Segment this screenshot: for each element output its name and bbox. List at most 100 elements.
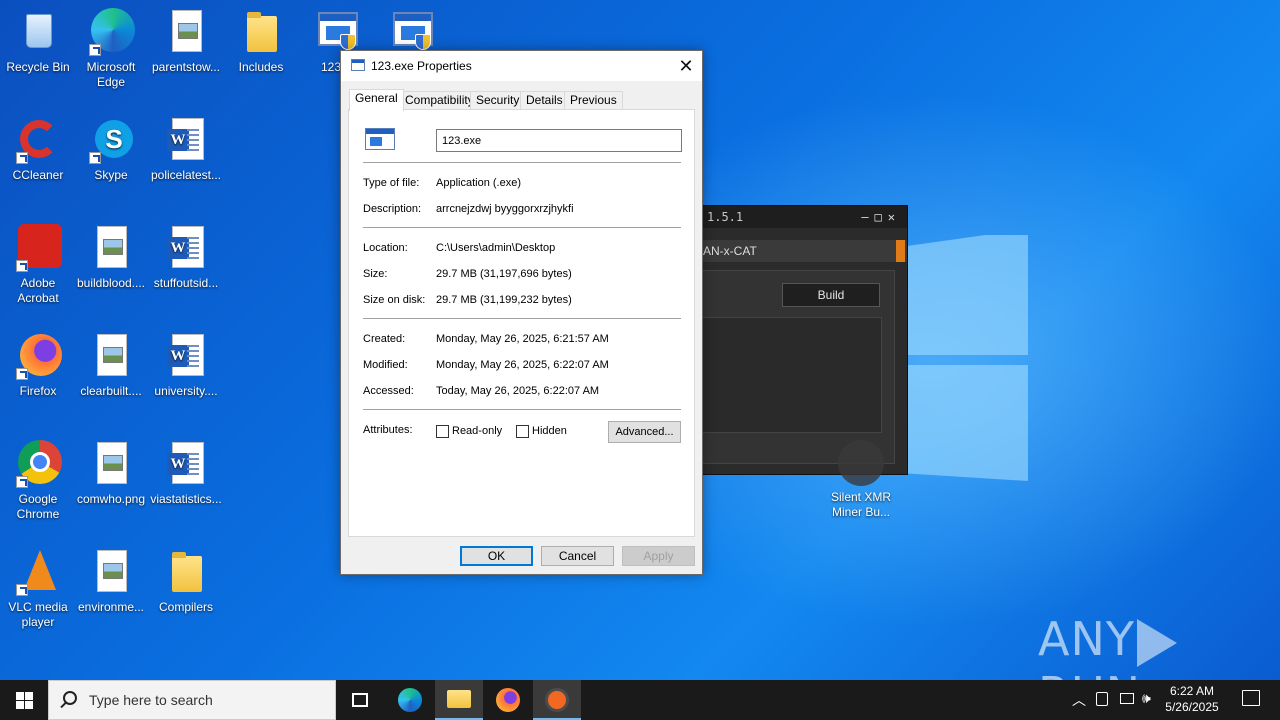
desktop-icon-stuffoutsid[interactable]: W stuffoutsid...	[148, 224, 224, 291]
desktop-icon-label: Firefox	[19, 384, 57, 398]
tab-security[interactable]: Security	[470, 91, 526, 110]
cancel-button[interactable]: Cancel	[541, 546, 614, 566]
desktop-icon-clearbuilt[interactable]: clearbuilt....	[73, 332, 149, 399]
miner-panel: Build	[699, 270, 895, 464]
created-value: Monday, May 26, 2025, 6:21:57 AM	[436, 333, 609, 345]
build-button[interactable]: Build	[782, 283, 880, 307]
separator	[363, 318, 681, 319]
miner-tab-label: AN-x-CAT	[703, 244, 757, 258]
desktop-icon-compilers[interactable]: Compilers	[148, 548, 224, 615]
desktop-icon-vlc[interactable]: VLC media player	[0, 548, 76, 630]
network-icon[interactable]	[1120, 693, 1134, 704]
desktop-icon-skype[interactable]: S Skype	[73, 116, 149, 183]
task-view-icon	[352, 693, 368, 707]
task-view-button[interactable]	[336, 680, 384, 720]
advanced-button[interactable]: Advanced...	[608, 421, 681, 443]
attributes-label: Attributes:	[363, 424, 413, 436]
tab-previous-versions[interactable]: Previous Versions	[564, 91, 623, 124]
system-tray: ︿ 🕪	[1070, 680, 1160, 720]
desktop-icon-label: Compilers	[158, 600, 213, 614]
window-controls[interactable]: –□✕	[861, 206, 901, 228]
desktop-icon-label: Skype	[94, 168, 128, 182]
desktop-icon-chrome[interactable]: Google Chrome	[0, 440, 76, 522]
desktop-icon-university[interactable]: W university....	[148, 332, 224, 399]
start-button[interactable]	[0, 680, 48, 720]
location-label: Location:	[363, 242, 408, 254]
edge-icon	[87, 8, 135, 56]
desktop-icon-policelatest[interactable]: W policelatest...	[148, 116, 224, 183]
desktop-icon-comwho[interactable]: comwho.png	[73, 440, 149, 507]
properties-dialog[interactable]: 123.exe Properties ✕ General Compatibili…	[340, 50, 703, 575]
folder-icon	[237, 8, 285, 56]
desktop-icon-firefox[interactable]: Firefox	[0, 332, 76, 399]
modified-value: Monday, May 26, 2025, 6:22:07 AM	[436, 359, 609, 371]
volume-icon[interactable]: 🕪	[1142, 690, 1151, 707]
size-on-disk-value: 29.7 MB (31,199,232 bytes)	[436, 294, 572, 306]
readonly-checkbox[interactable]	[436, 425, 449, 438]
folder-icon	[162, 548, 210, 596]
taskbar-edge[interactable]	[386, 680, 434, 720]
hidden-checkbox[interactable]	[516, 425, 529, 438]
word-document-icon: W	[162, 224, 210, 272]
image-file-icon	[87, 440, 135, 488]
desktop-icon-adobe-acrobat[interactable]: Adobe Acrobat	[0, 224, 76, 306]
taskbar-file-explorer[interactable]	[435, 680, 483, 720]
silent-xmr-miner-icon	[838, 440, 884, 486]
desktop-icon-label: Google Chrome	[16, 492, 60, 521]
desktop-icon-label: Recycle Bin	[6, 60, 70, 74]
desktop-icon-includes[interactable]: Includes	[223, 8, 299, 75]
chevron-up-icon[interactable]: ︿	[1072, 690, 1086, 710]
desktop-icon-viastatistics[interactable]: W viastatistics...	[148, 440, 224, 507]
desktop-icon-edge[interactable]: Microsoft Edge	[73, 8, 149, 90]
desktop-icon-label: parentstow...	[151, 60, 221, 74]
apply-button[interactable]: Apply	[622, 546, 695, 566]
size-label: Size:	[363, 268, 388, 280]
close-icon[interactable]: ✕	[670, 51, 702, 81]
desktop-icon-recycle-bin[interactable]: Recycle Bin	[0, 8, 76, 75]
desktop-icon-buildblood[interactable]: buildblood....	[73, 224, 149, 291]
desktop-icon-label: VLC media player	[8, 600, 68, 629]
accessed-value: Today, May 26, 2025, 6:22:07 AM	[436, 385, 600, 397]
accessed-label: Accessed:	[363, 385, 414, 397]
dialog-titlebar[interactable]: 123.exe Properties ✕	[341, 51, 702, 81]
desktop-icon-ccleaner[interactable]: CCleaner	[0, 116, 76, 183]
desktop-icon-silent-xmr[interactable]: Silent XMR Miner Bu...	[823, 490, 899, 520]
taskbar-clock[interactable]: 6:22 AM 5/26/2025	[1162, 683, 1222, 715]
tab-compatibility[interactable]: Compatibility	[399, 91, 480, 110]
hidden-label: Hidden	[532, 425, 567, 437]
type-label: Type of file:	[363, 177, 420, 189]
edge-icon	[398, 688, 422, 712]
description-label: Description:	[363, 203, 422, 215]
desktop-icon-label: Adobe Acrobat	[17, 276, 59, 305]
tab-details[interactable]: Details	[520, 91, 569, 110]
acrobat-icon	[14, 224, 62, 272]
desktop-icon-label: Microsoft Edge	[86, 60, 136, 89]
firefox-icon	[14, 332, 62, 380]
taskbar-firefox[interactable]	[484, 680, 532, 720]
firefox-icon	[496, 688, 520, 712]
separator	[363, 227, 681, 228]
search-placeholder: Type here to search	[89, 692, 213, 708]
general-tab-page: Type of file: Application (.exe) Descrip…	[348, 109, 695, 537]
taskbar: Type here to search ︿ 🕪 6:22 AM 5/26/202…	[0, 680, 1280, 720]
tab-general[interactable]: General	[349, 89, 404, 111]
orange-tab-marker	[896, 240, 905, 262]
separator	[363, 409, 681, 410]
device-icon[interactable]	[1096, 692, 1108, 706]
skype-icon: S	[87, 116, 135, 164]
ccleaner-icon	[14, 116, 62, 164]
watermark-left: ANY	[1038, 612, 1135, 666]
taskbar-monero-miner[interactable]	[533, 680, 581, 720]
file-name-input[interactable]	[436, 129, 682, 152]
clock-time: 6:22 AM	[1169, 684, 1215, 698]
ok-button[interactable]: OK	[460, 546, 533, 566]
miner-output-area	[700, 317, 882, 433]
readonly-label: Read-only	[452, 425, 503, 437]
clock-date: 5/26/2025	[1165, 700, 1219, 714]
desktop-icon-parentstow[interactable]: parentstow...	[148, 8, 224, 75]
taskbar-search[interactable]: Type here to search	[48, 680, 336, 720]
image-file-icon	[87, 332, 135, 380]
desktop-icon-environme[interactable]: environme...	[73, 548, 149, 615]
notification-icon[interactable]	[1242, 690, 1260, 706]
monero-icon	[545, 688, 569, 712]
